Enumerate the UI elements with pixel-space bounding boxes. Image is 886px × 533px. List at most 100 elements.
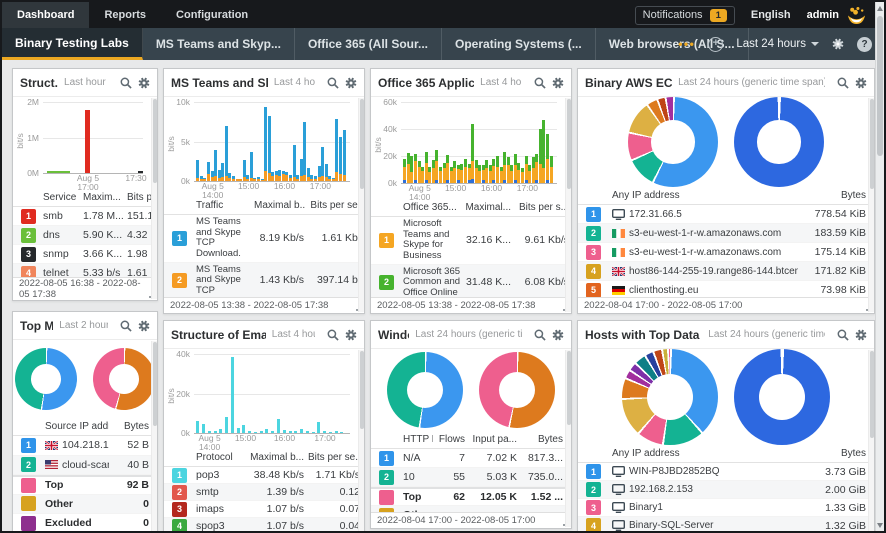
gear-icon[interactable] <box>855 77 867 89</box>
global-time-range-select[interactable]: Last 24 hours <box>736 38 819 50</box>
page-scrollbar-thumb[interactable] <box>877 16 883 156</box>
settings-gear-icon[interactable] <box>832 38 844 50</box>
table-row[interactable]: 2 192.168.2.153 2.00 GiB <box>578 481 874 499</box>
dashboard-tab-0[interactable]: Binary Testing Labs <box>2 28 143 60</box>
traffic-bar-chart: bit/s 2M 1M 0M Aug 5 17:00 17:30 <box>13 97 157 192</box>
top-navigation-bar: Dashboard Reports Configuration Notificati… <box>2 2 884 28</box>
widget-time-range-select[interactable]: Last 24 hours (generic time span) <box>708 329 825 340</box>
gear-icon[interactable] <box>552 329 564 341</box>
legend-swatch <box>21 515 36 531</box>
help-icon[interactable]: ? <box>857 36 872 52</box>
table-row[interactable]: Top 92 B <box>13 475 157 495</box>
table-row[interactable]: Excluded 0 <box>13 514 157 531</box>
widget-time-range-select[interactable]: Last 24 hours (generic time span) <box>678 77 825 88</box>
widget-time-range-select[interactable]: Last 2 hours <box>59 320 108 331</box>
row-value: 5.90 K... <box>83 229 123 241</box>
table-row[interactable]: 2 10 55 5.03 K 735.0... <box>371 468 571 487</box>
page-scrollbar[interactable] <box>875 2 884 531</box>
widget-time-range-select[interactable]: Last 4 hours <box>480 77 522 88</box>
table-row[interactable]: 1 MS Teams and Skype TCP Download. 8.19 Kb… <box>164 215 364 263</box>
x-tick-label: 17:00 <box>516 183 538 193</box>
table-row[interactable]: 1pop338.48 Kb/s1.71 Kb/s2.93 ... <box>164 467 364 484</box>
table-row[interactable]: 5 clienthosting.eu 73.98 KiB <box>578 281 874 297</box>
scroll-up-arrow[interactable] <box>876 2 884 14</box>
table-row[interactable]: 4spop31.07 b/s0.0480 B <box>164 518 364 531</box>
dashboard-tab-3[interactable]: Operating Systems (... <box>442 28 596 60</box>
widget-timespan: 2022-08-04 17:00 - 2022-08-05 17:00 <box>578 297 874 313</box>
notifications-button[interactable]: Notifications 1 <box>634 5 735 25</box>
gear-icon[interactable] <box>345 329 357 341</box>
table-row[interactable]: 1 104.218.164.12 52 B <box>13 436 157 456</box>
widget-scrollbar-thumb[interactable] <box>567 351 571 426</box>
widget-scrollbar[interactable] <box>565 98 571 312</box>
table-row[interactable]: 4 Binary-SQL-Server 1.32 GiB <box>578 517 874 531</box>
table-row[interactable]: 2 dns 5.90 K... 4.32 K... <box>13 226 157 245</box>
search-icon[interactable] <box>837 329 849 341</box>
widget-scrollbar-thumb[interactable] <box>153 99 157 184</box>
table-row[interactable]: 2 MS Teams and Skype TCP 1.43 Kb/s 397.14 b… <box>164 262 364 297</box>
widget-scrollbar-thumb[interactable] <box>870 351 874 439</box>
widget-time-range-select[interactable]: Last 24 hours (generic time span) <box>415 329 522 340</box>
widget-scrollbar-thumb[interactable] <box>153 342 157 426</box>
widget-scrollbar-thumb[interactable] <box>870 99 874 189</box>
gear-icon[interactable] <box>855 329 867 341</box>
tab-overflow-menu[interactable]: ••• <box>678 38 695 50</box>
x-tick-label: 17:00 <box>309 181 331 191</box>
dashboard-tab-1[interactable]: MS Teams and Skyp... <box>143 28 295 60</box>
rank-cell: 3 <box>19 246 41 262</box>
search-icon[interactable] <box>327 77 339 89</box>
search-icon[interactable] <box>837 77 849 89</box>
search-icon[interactable] <box>534 77 546 89</box>
dashboard-tab-2[interactable]: Office 365 (All Sour... <box>295 28 443 60</box>
widget-scrollbar[interactable] <box>358 98 364 312</box>
widget-scrollbar[interactable] <box>565 350 571 527</box>
topbar-tab-dashboard[interactable]: Dashboard <box>2 2 90 28</box>
table-row[interactable]: 1 smb 1.78 M...151.16... <box>13 207 157 226</box>
widget-scrollbar-thumb[interactable] <box>360 99 364 189</box>
widget-scrollbar[interactable] <box>868 98 874 312</box>
table-row[interactable]: 3 s3-eu-west-1-r-w.amazonaws.com 175.14 Ki… <box>578 243 874 262</box>
search-icon[interactable] <box>534 329 546 341</box>
table-row[interactable]: 3 snmp 3.66 K... 1.98 K... <box>13 245 157 264</box>
user-menu[interactable]: admin <box>807 6 868 25</box>
widget-time-range-select[interactable]: Last 4 hours <box>272 329 315 340</box>
language-selector[interactable]: English <box>751 9 791 21</box>
widget-header: Top M... Last 2 hours <box>13 312 157 340</box>
gear-icon[interactable] <box>345 77 357 89</box>
gear-icon[interactable] <box>552 77 564 89</box>
widget-time-range-select[interactable]: Last 4 hours <box>274 77 315 88</box>
gear-icon[interactable] <box>138 320 150 332</box>
table-row[interactable]: 2 s3-eu-west-1-r-w.amazonaws.com 183.59 Ki… <box>578 224 874 243</box>
widget-time-range-select[interactable]: Last hour <box>64 77 108 88</box>
widget-scrollbar-thumb[interactable] <box>360 351 364 429</box>
chart-bar <box>321 102 325 181</box>
x-tick-label: Aug 5 14:00 <box>408 183 431 203</box>
rank-cell: 5 <box>584 282 610 297</box>
search-icon[interactable] <box>120 77 132 89</box>
table-row[interactable]: 2 cloud-scanner-f... 40 B <box>13 455 157 475</box>
table-row[interactable]: 1 172.31.66.5 778.54 KiB <box>578 205 874 224</box>
topbar-tab-configuration[interactable]: Configuration <box>161 2 263 28</box>
table-row[interactable]: 2 Microsoft 365 Common and Office Online 3… <box>371 264 571 297</box>
table-row[interactable]: 3 Binary1 1.33 GiB <box>578 499 874 517</box>
table-row[interactable]: 4 telnet 5.33 b/s 1.61 b/s <box>13 264 157 277</box>
table-row[interactable]: 1 N/A 7 7.02 K 817.3... <box>371 449 571 468</box>
topbar-tab-reports[interactable]: Reports <box>89 2 161 28</box>
widget-scrollbar-thumb[interactable] <box>567 99 571 189</box>
table-row[interactable]: 3imaps1.07 b/s0.07120 B <box>164 501 364 518</box>
scroll-down-arrow[interactable] <box>876 519 884 531</box>
table-row[interactable]: 4 host86-144-255-19.range86-144.btcentral… <box>578 262 874 281</box>
search-icon[interactable] <box>327 329 339 341</box>
widget-scrollbar[interactable] <box>868 350 874 531</box>
table-row[interactable]: Top 62 12.05 K 1.52 ... <box>371 487 571 506</box>
widget-scrollbar[interactable] <box>358 350 364 531</box>
widget-scrollbar[interactable] <box>151 98 157 299</box>
table-row[interactable]: 1 Microsoft Teams and Skype for Business 3… <box>371 217 571 265</box>
table-row[interactable]: Other 0 <box>13 494 157 514</box>
table-row[interactable]: 1 WIN-P8JBD2852BQ 3.73 GiB <box>578 463 874 481</box>
gear-icon[interactable] <box>138 77 150 89</box>
table-row[interactable]: 2smtp1.39 b/s0.12216 B <box>164 484 364 501</box>
search-icon[interactable] <box>120 320 132 332</box>
widget-scrollbar[interactable] <box>151 341 157 531</box>
add-tab-icon[interactable]: + <box>708 36 724 52</box>
